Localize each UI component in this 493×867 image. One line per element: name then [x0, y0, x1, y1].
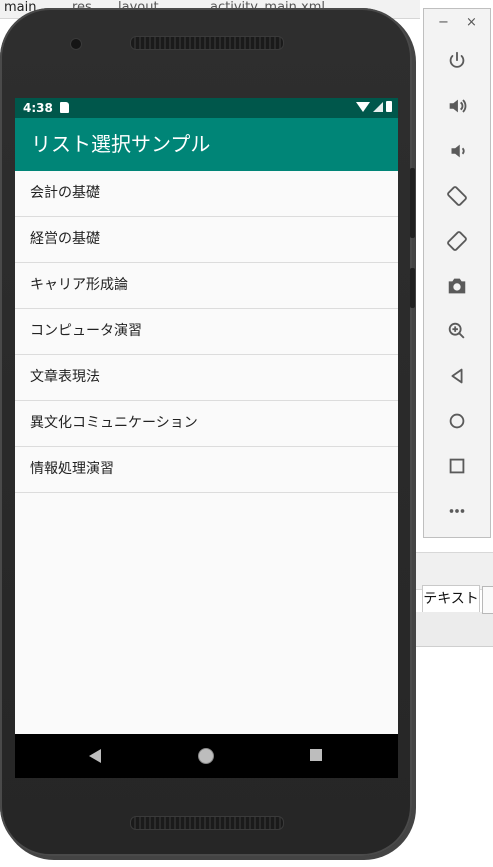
back-icon [451, 368, 463, 384]
phone-frame: 4:38 リスト選択サンプル 会計の基礎 経営の基礎 キャリア形成論 コンピュー… [0, 8, 415, 856]
more-button[interactable] [432, 493, 482, 529]
home-button[interactable] [432, 403, 482, 439]
list-item[interactable]: キャリア形成論 [15, 263, 398, 309]
minimize-button[interactable]: − [438, 15, 449, 30]
bottom-speaker [130, 816, 284, 830]
volume-up-button[interactable] [432, 88, 482, 124]
zoom-button[interactable] [432, 313, 482, 349]
overview-icon [449, 458, 465, 474]
list-item[interactable]: 文章表現法 [15, 355, 398, 401]
power-side-button [410, 268, 415, 308]
emulator-toolbar-header: − × [424, 9, 490, 41]
list-item[interactable]: 会計の基礎 [15, 171, 398, 217]
tab-design[interactable] [482, 586, 493, 614]
signal-icon [373, 101, 383, 112]
power-button[interactable] [432, 43, 482, 79]
rotate-left-button[interactable] [432, 178, 482, 214]
rotate-right-button[interactable] [432, 223, 482, 259]
close-button[interactable]: × [466, 15, 477, 30]
zoom-icon [448, 322, 465, 339]
ide-bottom-strip [410, 612, 493, 647]
battery-icon [386, 101, 392, 112]
home-icon [449, 413, 465, 429]
navigation-bar [15, 734, 398, 778]
power-icon [449, 51, 465, 68]
nav-recent-apps-icon[interactable] [310, 749, 322, 761]
volume-rocker [410, 168, 415, 238]
sd-card-icon [60, 102, 69, 113]
device-screen: 4:38 リスト選択サンプル 会計の基礎 経営の基礎 キャリア形成論 コンピュー… [15, 98, 398, 778]
list-item[interactable]: 情報処理演習 [15, 447, 398, 493]
list-item[interactable]: 経営の基礎 [15, 217, 398, 263]
status-time: 4:38 [23, 101, 53, 115]
more-icon [449, 509, 465, 513]
volume-up-icon [449, 99, 467, 113]
rotate-right-icon [447, 231, 467, 251]
volume-down-icon [451, 144, 465, 158]
nav-home-icon[interactable] [198, 748, 214, 764]
nav-back-icon[interactable] [89, 749, 101, 763]
wifi-icon [356, 101, 370, 112]
rotate-left-icon [447, 186, 467, 206]
list-item[interactable]: 異文化コミュニケーション [15, 401, 398, 447]
status-icons [356, 101, 392, 112]
app-title: リスト選択サンプル [15, 118, 398, 171]
back-button[interactable] [432, 358, 482, 394]
top-speaker [130, 36, 284, 50]
course-list: 会計の基礎 経営の基礎 キャリア形成論 コンピュータ演習 文章表現法 異文化コミ… [15, 171, 398, 493]
list-item[interactable]: コンピュータ演習 [15, 309, 398, 355]
volume-down-button[interactable] [432, 133, 482, 169]
emulator-toolbar: − × [423, 8, 491, 538]
front-camera [70, 38, 82, 50]
screenshot-button[interactable] [432, 268, 482, 304]
camera-icon [448, 278, 466, 294]
tab-text[interactable]: テキスト [422, 585, 480, 612]
overview-button[interactable] [432, 448, 482, 484]
status-bar: 4:38 [15, 98, 398, 118]
